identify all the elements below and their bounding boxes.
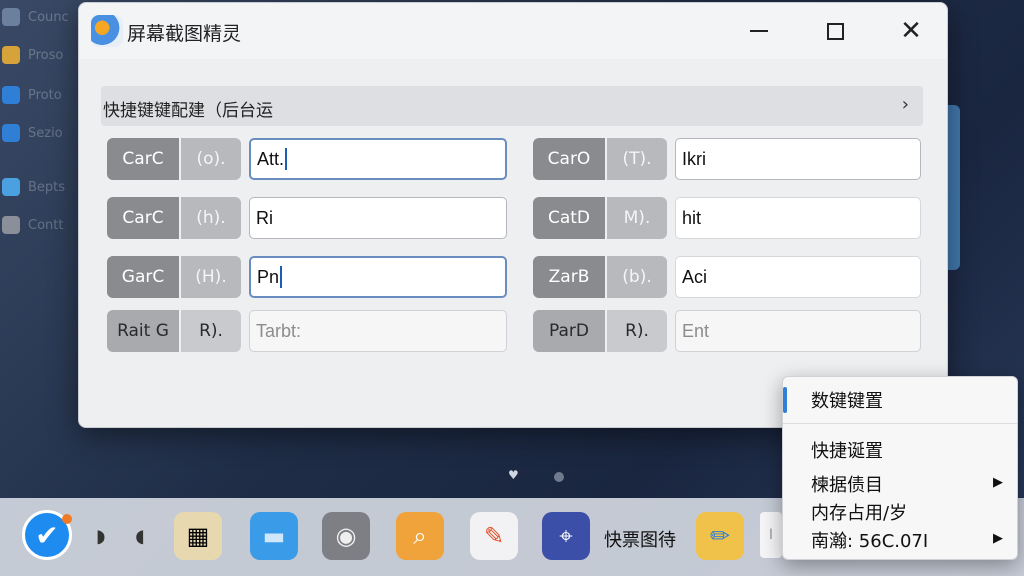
context-menu: 数键键置 快捷诞置 楝据债目 ▶ 内存占用/岁 南瀚: 56C.07I ▶	[782, 376, 1018, 560]
hotkey-action-input[interactable]: Ikri	[675, 138, 921, 180]
hotkey-action-value: Ikri	[682, 148, 706, 169]
modifier-key-chip[interactable]: ParD	[533, 310, 605, 352]
background-item-label: Proso	[28, 47, 64, 63]
dock-partial-icon[interactable]: Ⅰ	[760, 512, 782, 558]
background-item: Sezio	[0, 118, 80, 148]
background-item-icon	[2, 86, 20, 104]
maximize-button[interactable]	[815, 15, 855, 47]
hotkey-section-header[interactable]: 快捷键键配建（后台运 ›	[101, 86, 923, 126]
section-title: 快捷键键配建（后台运	[103, 101, 273, 121]
magnifier-icon[interactable]: ⌕	[396, 512, 444, 560]
minimize-button[interactable]	[739, 15, 779, 47]
hotkey-action-value: Ent	[682, 320, 710, 341]
hotkey-row: CarC (h). Ri	[107, 197, 511, 241]
hotkey-row: ZarB (b). Aci	[533, 256, 921, 300]
background-item-icon	[2, 178, 20, 196]
chat-icon[interactable]: ✎	[470, 512, 518, 560]
pen-icon[interactable]: ✏	[696, 512, 744, 560]
hotkey-action-input[interactable]: Ent	[675, 310, 921, 352]
modifier-key-chip[interactable]: ZarB	[533, 256, 605, 298]
letter-key-chip[interactable]: (h).	[181, 197, 241, 239]
background-item-icon	[2, 124, 20, 142]
background-sidebar: Counc Proso Proto Sezio Bepts Contt	[0, 0, 80, 260]
menu-item[interactable]: 楝据债目	[811, 471, 883, 497]
window-title: 屏幕截图精灵	[127, 23, 242, 45]
title-bar[interactable]: 屏幕截图精灵 ✕	[79, 3, 947, 59]
hotkey-action-input[interactable]: Aci	[675, 256, 921, 298]
letter-key-chip[interactable]: (b).	[607, 256, 667, 298]
background-item: Contt	[0, 210, 80, 240]
menu-item[interactable]: 快捷诞置	[811, 437, 883, 463]
folder-icon[interactable]: ▬	[250, 512, 298, 560]
notification-dot	[62, 514, 72, 524]
hotkey-row: CarC (o). Att.	[107, 138, 511, 182]
submenu-arrow-icon: ▶	[993, 531, 1003, 546]
background-item-icon	[2, 46, 20, 64]
hotkey-action-input[interactable]: Tarbt:	[249, 310, 507, 352]
pager-dot-active[interactable]: ♥	[508, 468, 519, 482]
apps-icon[interactable]: ▦	[174, 512, 222, 560]
close-button[interactable]: ✕	[891, 15, 931, 47]
modifier-key-chip[interactable]: GarC	[107, 256, 179, 298]
close-icon: ✕	[900, 16, 922, 46]
hotkey-row: CatD M). hit	[533, 197, 921, 241]
background-item-icon	[2, 216, 20, 234]
hotkey-action-value: hit	[682, 207, 702, 228]
app-logo-icon	[91, 15, 123, 47]
nav-arrows-icon[interactable]: ◗ ◖	[96, 526, 157, 547]
background-item-label: Bepts	[28, 179, 66, 195]
menu-item[interactable]: 内存占用/岁	[811, 499, 907, 525]
hotkey-action-value: Aci	[682, 266, 708, 287]
hotkey-action-input[interactable]: Att.	[249, 138, 507, 180]
hotkey-action-value: Ri	[256, 207, 273, 228]
menu-selection-indicator	[783, 387, 787, 413]
minimize-icon	[750, 30, 768, 32]
text-caret	[280, 266, 283, 288]
hotkey-row: CarO (T). Ikri	[533, 138, 921, 182]
background-item: Proto	[0, 80, 80, 110]
hotkey-row: Rait G R). Tarbt:	[107, 310, 511, 354]
hotkey-action-value: Att.	[257, 148, 285, 169]
hotkey-row: ParD R). Ent	[533, 310, 921, 354]
background-item-label: Counc	[28, 9, 69, 25]
menu-item[interactable]: 数键键置	[811, 387, 883, 413]
modifier-key-chip[interactable]: CarC	[107, 138, 179, 180]
panda-icon[interactable]: ◉	[322, 512, 370, 560]
hotkey-action-input[interactable]: Pn	[249, 256, 507, 298]
submenu-arrow-icon: ▶	[993, 475, 1003, 490]
menu-divider	[783, 423, 1017, 424]
letter-key-chip[interactable]: (o).	[181, 138, 241, 180]
background-item: Bepts	[0, 172, 80, 202]
modifier-key-chip[interactable]: CarC	[107, 197, 179, 239]
maps-pin-icon[interactable]: ⌖	[542, 512, 590, 560]
background-item: Counc	[0, 2, 80, 32]
chevron-right-icon: ›	[901, 94, 909, 115]
hotkey-action-input[interactable]: hit	[675, 197, 921, 239]
settings-window: 屏幕截图精灵 ✕ 快捷键键配建（后台运 › CarC (o). Att. Car…	[78, 2, 948, 428]
modifier-key-chip[interactable]: CatD	[533, 197, 605, 239]
modifier-key-chip[interactable]: CarO	[533, 138, 605, 180]
letter-key-chip[interactable]: R).	[607, 310, 667, 352]
letter-key-chip[interactable]: (H).	[181, 256, 241, 298]
background-item: Proso	[0, 40, 80, 70]
pager-dot[interactable]	[554, 472, 564, 482]
dock-app-label[interactable]: 快票图待	[604, 526, 676, 552]
letter-key-chip[interactable]: (T).	[607, 138, 667, 180]
background-window-edge	[946, 105, 960, 270]
letter-key-chip[interactable]: M).	[607, 197, 667, 239]
hotkey-action-input[interactable]: Ri	[249, 197, 507, 239]
background-item-label: Proto	[28, 87, 62, 103]
hotkey-action-value: Pn	[257, 266, 280, 287]
check-icon: ✔	[35, 518, 59, 552]
menu-item[interactable]: 南瀚: 56C.07I	[811, 527, 928, 553]
background-item-label: Sezio	[28, 125, 63, 141]
hotkey-action-value: Tarbt:	[256, 320, 302, 341]
modifier-key-chip[interactable]: Rait G	[107, 310, 179, 352]
background-item-icon	[2, 8, 20, 26]
letter-key-chip[interactable]: R).	[181, 310, 241, 352]
maximize-icon	[826, 22, 844, 40]
text-caret	[285, 148, 288, 170]
background-item-label: Contt	[28, 217, 64, 233]
hotkey-row: GarC (H). Pn	[107, 256, 511, 300]
